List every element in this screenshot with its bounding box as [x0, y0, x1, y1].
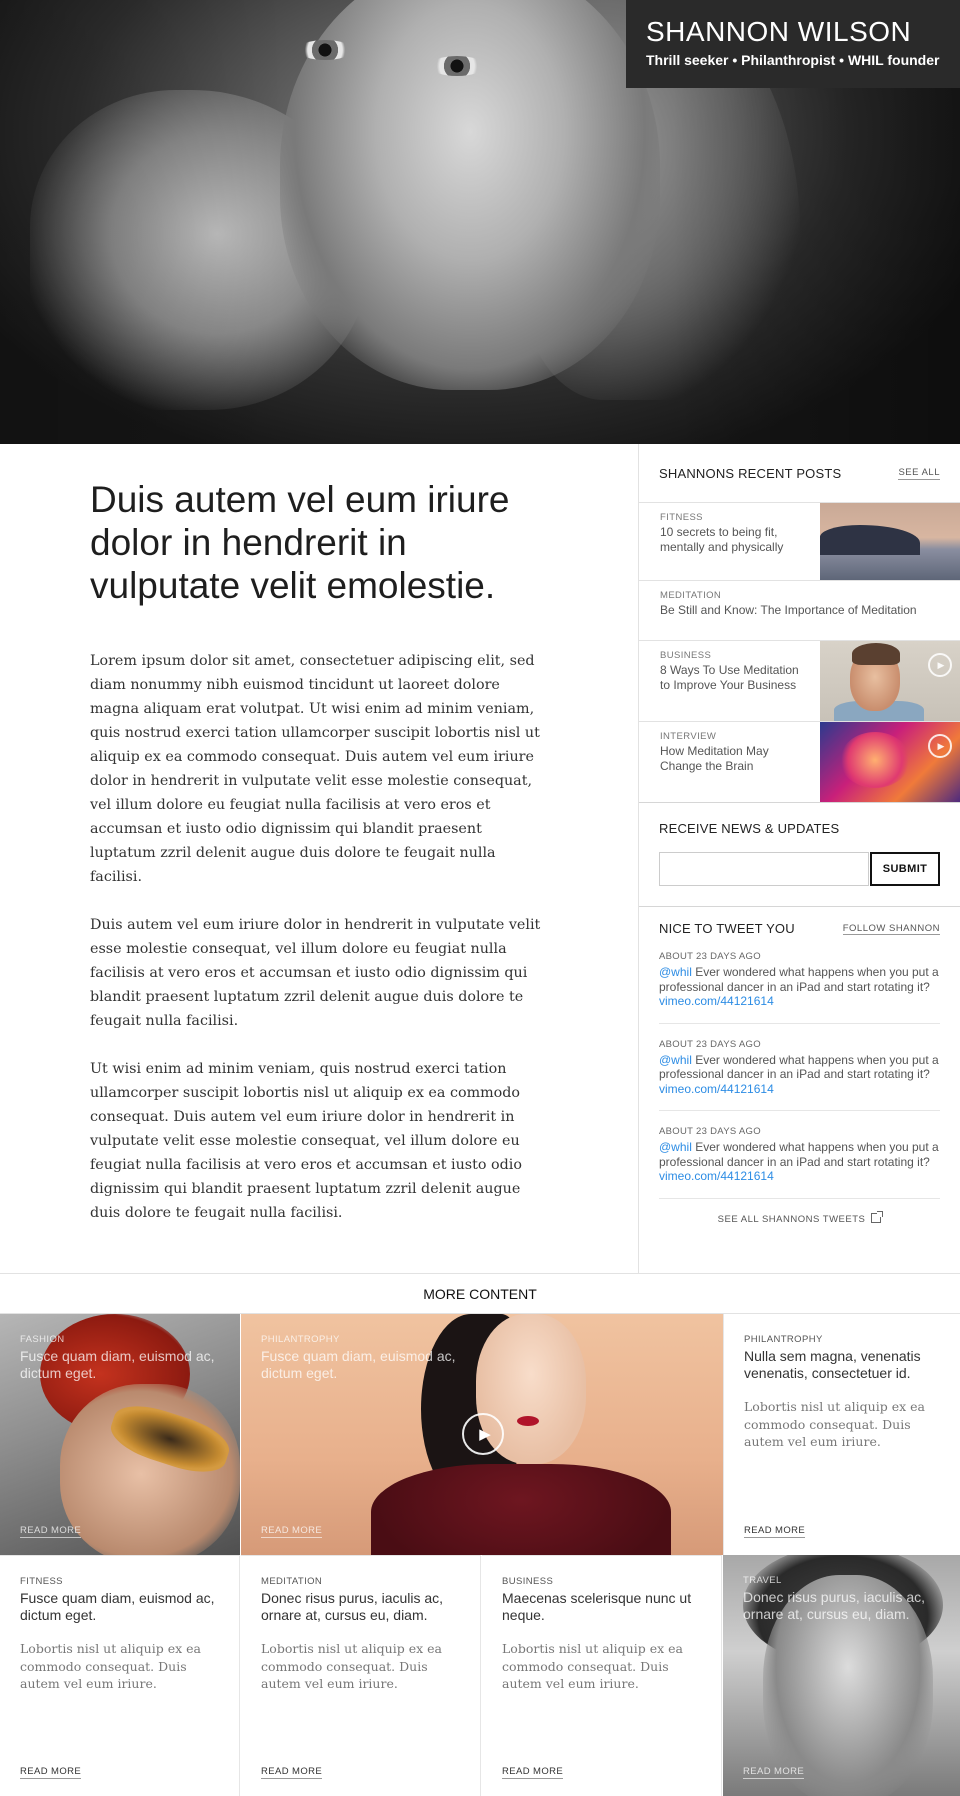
content-tile[interactable]: PHILANTROPHY Nulla sem magna, venenatis …: [723, 1314, 960, 1555]
tweet-item: ABOUT 23 DAYS AGO @whil Ever wondered wh…: [659, 1024, 940, 1111]
article-paragraph: Ut wisi enim ad minim veniam, quis nostr…: [90, 1061, 522, 1221]
read-more-link[interactable]: READ MORE: [743, 1766, 805, 1779]
article-paragraph: Lorem ipsum dolor sit amet, consectetuer…: [90, 653, 540, 885]
tile-category: PHILANTROPHY: [261, 1334, 340, 1345]
recent-post-item[interactable]: BUSINESS 8 Ways To Use Meditation to Imp…: [639, 640, 960, 721]
tile-title[interactable]: Maecenas scelerisque nunc ut neque.: [502, 1590, 707, 1624]
post-title[interactable]: Be Still and Know: The Importance of Med…: [660, 603, 940, 618]
tile-category: BUSINESS: [502, 1576, 554, 1587]
more-content-grid: FASHION Fusce quam diam, euismod ac, dic…: [0, 1314, 960, 1796]
newsletter-section: RECEIVE NEWS & UPDATES SUBMIT: [639, 802, 960, 906]
tweet-time: ABOUT 23 DAYS AGO: [659, 1126, 761, 1137]
tile-category: FITNESS: [20, 1576, 63, 1587]
recent-post-item[interactable]: FITNESS 10 secrets to being fit, mentall…: [639, 502, 960, 580]
sidebar: SHANNONS RECENT POSTS SEE ALL FITNESS 10…: [638, 444, 960, 1273]
see-all-tweets-link[interactable]: SEE ALL SHANNONS TWEETS: [659, 1199, 940, 1239]
post-thumbnail[interactable]: [820, 503, 960, 580]
tweet-handle-link[interactable]: @whil: [659, 1140, 692, 1154]
recent-posts-header: SHANNONS RECENT POSTS SEE ALL: [639, 444, 960, 502]
tweet-handle-link[interactable]: @whil: [659, 965, 692, 979]
tile-title[interactable]: Donec risus purus, iaculis ac, ornare at…: [261, 1590, 466, 1624]
read-more-link[interactable]: READ MORE: [261, 1766, 323, 1779]
post-category: FITNESS: [660, 512, 703, 523]
tile-category: FASHION: [20, 1334, 65, 1345]
tweet-time: ABOUT 23 DAYS AGO: [659, 1038, 761, 1050]
tile-title[interactable]: Nulla sem magna, venenatis venenatis, co…: [744, 1348, 949, 1382]
post-title[interactable]: 8 Ways To Use Meditation to Improve Your…: [660, 663, 810, 692]
external-link-icon: [871, 1210, 884, 1223]
article-paragraph: Duis autem vel eum iriure dolor in hendr…: [90, 917, 541, 1029]
recent-posts-title: SHANNONS RECENT POSTS: [659, 465, 842, 481]
play-icon[interactable]: ▶: [928, 653, 952, 677]
content-tile[interactable]: TRAVEL Donec risus purus, iaculis ac, or…: [723, 1555, 960, 1796]
post-category: MEDITATION: [660, 590, 722, 601]
read-more-link[interactable]: READ MORE: [20, 1525, 82, 1538]
tweet-item: ABOUT 23 DAYS AGO @whil Ever wondered wh…: [659, 936, 940, 1024]
tweet-text: Ever wondered what happens when you put …: [659, 1052, 939, 1082]
recent-post-item[interactable]: MEDITATION Be Still and Know: The Import…: [639, 580, 960, 640]
tweet-item: ABOUT 23 DAYS AGO @whil Ever wondered wh…: [659, 1111, 940, 1199]
post-thumbnail[interactable]: ▶: [820, 641, 960, 721]
main-article: Duis autem vel eum iriure dolor in hendr…: [90, 478, 550, 1249]
recent-post-item[interactable]: INTERVIEW How Meditation May Change the …: [639, 721, 960, 802]
content-tile[interactable]: MEDITATION Donec risus purus, iaculis ac…: [241, 1555, 481, 1796]
tweet-text: Ever wondered what happens when you put …: [659, 965, 939, 994]
newsletter-email-input[interactable]: [659, 852, 869, 886]
tile-description: Lobortis nisl ut aliquip ex ea commodo c…: [744, 1399, 925, 1449]
tile-title[interactable]: Fusce quam diam, euismod ac, dictum eget…: [261, 1348, 466, 1382]
tile-category: MEDITATION: [261, 1576, 323, 1587]
play-icon[interactable]: ▶: [928, 734, 952, 758]
tweets-title: NICE TO TWEET YOU: [659, 921, 795, 936]
profile-name: SHANNON WILSON: [646, 16, 912, 47]
tweet-url-link[interactable]: vimeo.com/44121614: [659, 1082, 774, 1096]
see-all-link[interactable]: SEE ALL: [898, 467, 940, 480]
submit-button[interactable]: SUBMIT: [870, 852, 940, 886]
content-tile[interactable]: FITNESS Fusce quam diam, euismod ac, dic…: [0, 1555, 240, 1796]
tile-description: Lobortis nisl ut aliquip ex ea commodo c…: [20, 1641, 201, 1691]
tweet-text: Ever wondered what happens when you put …: [659, 1140, 939, 1169]
tweets-section: NICE TO TWEET YOU FOLLOW SHANNON ABOUT 2…: [639, 906, 960, 1239]
read-more-link[interactable]: READ MORE: [261, 1525, 323, 1538]
post-category: BUSINESS: [660, 650, 712, 661]
see-all-tweets-label[interactable]: SEE ALL SHANNONS TWEETS: [718, 1214, 866, 1225]
name-card: SHANNON WILSON Thrill seeker • Philanthr…: [626, 0, 960, 88]
tweet-url-link[interactable]: vimeo.com/44121614: [659, 994, 774, 1008]
play-icon[interactable]: ▶: [462, 1413, 504, 1455]
follow-link[interactable]: FOLLOW SHANNON: [842, 923, 940, 935]
tweet-handle-link[interactable]: @whil: [659, 1053, 692, 1067]
article-headline: Duis autem vel eum iriure dolor in hendr…: [90, 479, 510, 606]
read-more-link[interactable]: READ MORE: [744, 1525, 806, 1538]
tile-title[interactable]: Donec risus purus, iaculis ac, ornare at…: [743, 1589, 948, 1623]
tile-title[interactable]: Fusce quam diam, euismod ac, dictum eget…: [20, 1348, 225, 1382]
read-more-link[interactable]: READ MORE: [20, 1766, 82, 1779]
content-tile[interactable]: BUSINESS Maecenas scelerisque nunc ut ne…: [482, 1555, 722, 1796]
post-title[interactable]: 10 secrets to being fit, mentally and ph…: [660, 525, 810, 554]
content-tile[interactable]: PHILANTROPHY Fusce quam diam, euismod ac…: [241, 1314, 723, 1555]
post-thumbnail[interactable]: ▶: [820, 722, 960, 802]
content-tile[interactable]: FASHION Fusce quam diam, euismod ac, dic…: [0, 1314, 240, 1555]
tile-title[interactable]: Fusce quam diam, euismod ac, dictum eget…: [20, 1590, 225, 1624]
article-body: Lorem ipsum dolor sit amet, consectetuer…: [90, 649, 550, 1225]
tile-description: Lobortis nisl ut aliquip ex ea commodo c…: [502, 1641, 683, 1691]
tile-category: TRAVEL: [743, 1575, 782, 1586]
hero-banner: SHANNON WILSON Thrill seeker • Philanthr…: [0, 0, 960, 444]
post-category: INTERVIEW: [660, 731, 717, 742]
newsletter-title: RECEIVE NEWS & UPDATES: [659, 821, 840, 836]
tile-description: Lobortis nisl ut aliquip ex ea commodo c…: [261, 1641, 442, 1691]
read-more-link[interactable]: READ MORE: [502, 1766, 564, 1779]
tile-category: PHILANTROPHY: [744, 1334, 823, 1345]
more-content-header: MORE CONTENT: [0, 1273, 960, 1314]
post-title[interactable]: How Meditation May Change the Brain: [660, 744, 810, 773]
tweet-time: ABOUT 23 DAYS AGO: [659, 951, 761, 962]
tweet-url-link[interactable]: vimeo.com/44121614: [659, 1169, 774, 1183]
profile-tagline: Thrill seeker • Philanthropist • WHIL fo…: [646, 52, 940, 68]
